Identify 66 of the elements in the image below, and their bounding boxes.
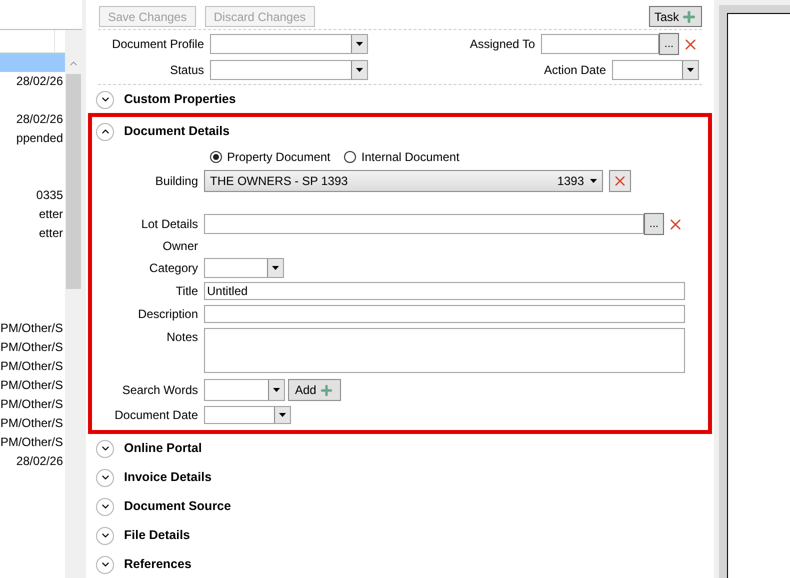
dropdown-field[interactable] (204, 258, 284, 278)
dropdown-field[interactable] (210, 34, 368, 54)
picker-field[interactable] (204, 214, 644, 234)
field-label: Category (148, 260, 199, 277)
text-field[interactable] (204, 305, 685, 323)
expand-toggle[interactable] (96, 440, 114, 458)
dropdown-field[interactable] (204, 379, 285, 401)
picker-field[interactable] (541, 34, 659, 54)
dropdown-arrow-button[interactable] (267, 259, 283, 277)
scrollbar-thumb[interactable] (66, 74, 81, 289)
plus-icon (681, 8, 697, 24)
browse-button[interactable]: ... (659, 33, 679, 55)
field-label: Action Date (544, 62, 607, 79)
caret-icon (590, 179, 597, 183)
caret-icon (687, 68, 694, 72)
field-label: Status (170, 62, 205, 79)
expand-toggle[interactable] (96, 90, 114, 108)
expand-toggle[interactable] (96, 498, 114, 516)
caret-icon (356, 42, 363, 46)
radio-option[interactable]: Internal Document (344, 148, 460, 166)
caret-icon (356, 68, 363, 72)
field-label: Description (136, 306, 199, 323)
field-label: Owner (162, 238, 199, 255)
add-button[interactable]: Add (288, 379, 342, 401)
text-field[interactable]: Untitled (204, 282, 685, 300)
radio-option[interactable]: Property Document (210, 148, 330, 166)
field-label: Lot Details (140, 216, 199, 233)
list-header (0, 30, 65, 53)
section-title: Custom Properties (124, 91, 236, 108)
dropdown-arrow-button[interactable] (274, 407, 290, 423)
field-label: Document Profile (112, 36, 205, 53)
notes-field[interactable] (204, 328, 685, 373)
caret-icon (279, 413, 286, 417)
field-label: Title (174, 283, 199, 300)
caret-icon (273, 388, 280, 392)
scrollbar[interactable] (65, 30, 82, 578)
section-title: Document Details (124, 123, 230, 140)
dropdown-arrow-button[interactable] (351, 35, 367, 53)
section-title: Document Source (124, 498, 231, 516)
dropdown-arrow-button[interactable] (268, 380, 284, 400)
section-title: Invoice Details (124, 469, 212, 486)
section-title: References (124, 556, 192, 574)
building-dropdown[interactable]: THE OWNERS - SP 1393 1393 (204, 170, 603, 192)
clear-button[interactable] (609, 170, 631, 192)
expand-toggle[interactable] (96, 526, 114, 544)
building-name: THE OWNERS - SP 1393 (210, 173, 349, 190)
field-label: Building (154, 173, 199, 190)
dropdown-arrow-button[interactable] (351, 61, 367, 79)
browse-button[interactable]: ... (644, 213, 664, 235)
building-code: 1393 (557, 173, 584, 190)
field-label: Document Date (114, 407, 199, 424)
dropdown-arrow-button[interactable] (682, 61, 698, 79)
caret-icon (272, 266, 279, 270)
field-label: Assigned To (470, 36, 536, 53)
section-title: File Details (124, 527, 190, 544)
field-label: Search Words (121, 382, 199, 399)
section-title: Online Portal (124, 440, 202, 458)
field-label: Notes (166, 329, 199, 346)
expand-toggle[interactable] (96, 122, 114, 140)
expand-toggle[interactable] (96, 468, 114, 486)
plus-icon (319, 382, 334, 398)
dropdown-field[interactable] (210, 60, 368, 80)
dropdown-field[interactable] (204, 406, 291, 424)
dropdown-field[interactable] (612, 60, 699, 80)
expand-toggle[interactable] (96, 556, 114, 574)
task-button[interactable]: Task (649, 6, 702, 27)
